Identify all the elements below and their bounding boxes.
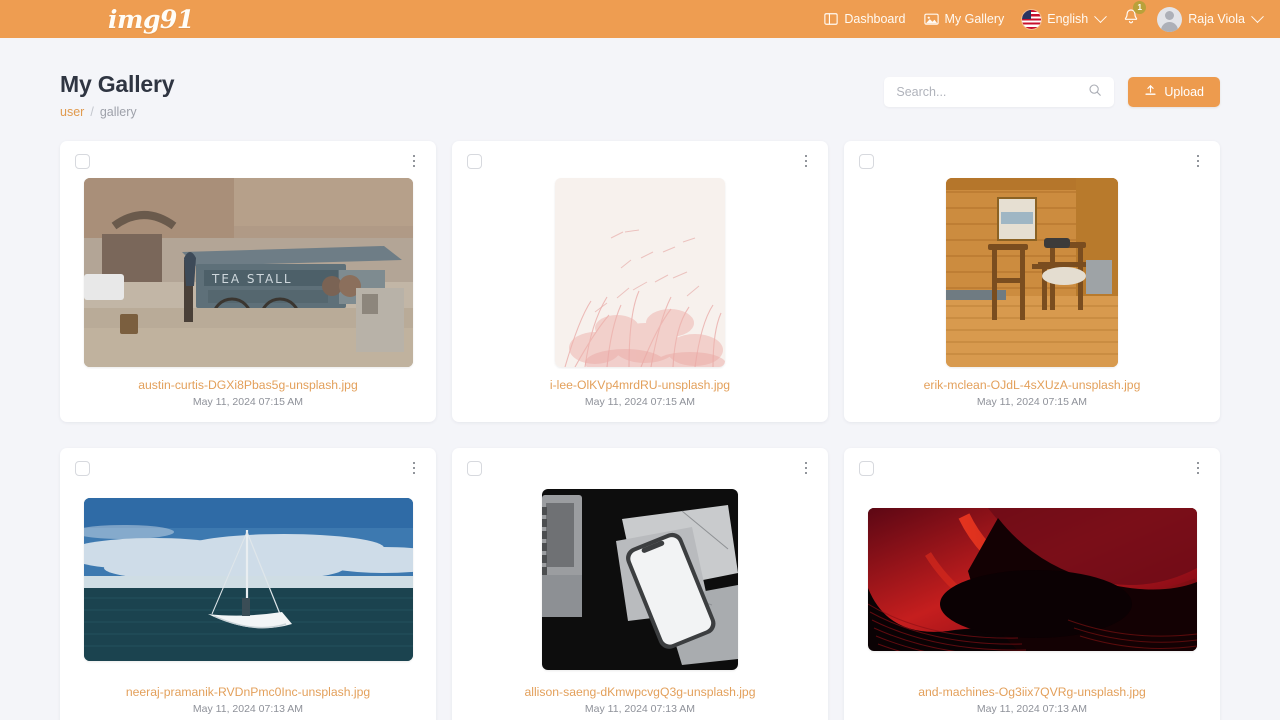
page-actions: Upload — [884, 77, 1220, 107]
file-date: May 11, 2024 07:15 AM — [976, 396, 1088, 408]
file-name[interactable]: neeraj-pramanik-RVDnPmc0Inc-unsplash.jpg — [72, 685, 424, 699]
search-icon[interactable] — [1088, 83, 1102, 102]
dashboard-icon — [824, 12, 839, 26]
gallery-card[interactable]: allison-saeng-dKmwpcvgQ3g-unsplash.jpg M… — [452, 448, 828, 720]
file-date: May 11, 2024 07:15 AM — [584, 396, 696, 408]
card-meta: i-lee-OlKVp4mrdRU-unsplash.jpg May 11, 2… — [464, 369, 816, 408]
svg-text:TEA STALL: TEA STALL — [211, 272, 293, 286]
card-meta: austin-curtis-DGXi8Pbas5g-unsplash.jpg M… — [72, 369, 424, 408]
language-label: English — [1047, 12, 1089, 26]
upload-button-label: Upload — [1164, 85, 1204, 99]
us-flag-icon — [1022, 9, 1042, 29]
nav-item-my-gallery[interactable]: My Gallery — [923, 12, 1005, 26]
thumbnail-area — [856, 478, 1208, 676]
upload-button[interactable]: Upload — [1128, 77, 1220, 107]
breadcrumb-gallery: gallery — [99, 105, 137, 119]
file-date: May 11, 2024 07:13 AM — [192, 703, 304, 715]
page-title: My Gallery — [60, 71, 175, 97]
gallery-card[interactable]: neeraj-pramanik-RVDnPmc0Inc-unsplash.jpg… — [60, 448, 436, 720]
card-menu-button[interactable] — [1191, 460, 1205, 476]
gallery-grid: TEA STALL austin-curtis-DGXi8Pbas5g-unsp… — [60, 141, 1220, 720]
header-nav: Dashboard My Gallery English 1 Raja Viol… — [824, 1, 1264, 32]
card-meta: erik-mclean-OJdL-4sXUzA-unsplash.jpg May… — [856, 369, 1208, 408]
select-checkbox[interactable] — [75, 460, 90, 476]
card-menu-button[interactable] — [1191, 153, 1205, 169]
breadcrumb-separator: / — [90, 105, 94, 119]
card-toolbar — [856, 151, 1208, 171]
file-name[interactable]: and-machines-Og3iix7QVRg-unsplash.jpg — [856, 685, 1208, 699]
card-toolbar — [72, 151, 424, 171]
gallery-card[interactable]: i-lee-OlKVp4mrdRU-unsplash.jpg May 11, 2… — [452, 141, 828, 422]
card-menu-button[interactable] — [407, 153, 421, 169]
thumbnail-area — [464, 478, 816, 676]
card-meta: and-machines-Og3iix7QVRg-unsplash.jpg Ma… — [856, 676, 1208, 715]
notifications-button[interactable]: 1 — [1123, 1, 1147, 30]
app-logo[interactable]: img91 — [108, 5, 194, 34]
gallery-icon — [923, 12, 939, 26]
card-menu-button[interactable] — [799, 153, 813, 169]
card-meta: neeraj-pramanik-RVDnPmc0Inc-unsplash.jpg… — [72, 676, 424, 715]
nav-label-dashboard: Dashboard — [844, 12, 906, 26]
thumbnail-area — [464, 171, 816, 369]
file-date: May 11, 2024 07:15 AM — [192, 396, 304, 408]
gallery-card[interactable]: TEA STALL austin-curtis-DGXi8Pbas5g-unsp… — [60, 141, 436, 422]
select-checkbox[interactable] — [467, 153, 482, 169]
avatar — [1157, 6, 1183, 32]
thumbnail-area — [856, 171, 1208, 369]
upload-icon — [1144, 84, 1157, 100]
image-thumbnail[interactable] — [83, 498, 413, 661]
card-menu-button[interactable] — [799, 460, 813, 476]
nav-item-dashboard[interactable]: Dashboard — [824, 12, 906, 26]
language-selector[interactable]: English — [1022, 9, 1108, 29]
image-thumbnail[interactable] — [867, 508, 1197, 651]
file-name[interactable]: erik-mclean-OJdL-4sXUzA-unsplash.jpg — [856, 378, 1208, 392]
image-thumbnail[interactable] — [946, 178, 1118, 367]
card-toolbar — [72, 458, 424, 478]
card-toolbar — [856, 458, 1208, 478]
gallery-card[interactable]: erik-mclean-OJdL-4sXUzA-unsplash.jpg May… — [844, 141, 1220, 422]
file-date: May 11, 2024 07:13 AM — [976, 703, 1088, 715]
thumbnail-area: TEA STALL — [72, 171, 424, 369]
notification-badge: 1 — [1133, 1, 1147, 14]
top-navigation-bar: img91 Dashboard My Gallery English 1 Raj… — [0, 0, 1280, 38]
select-checkbox[interactable] — [467, 460, 482, 476]
card-menu-button[interactable] — [407, 460, 421, 476]
user-name: Raja Viola — [1188, 12, 1245, 26]
search-box[interactable] — [884, 77, 1115, 107]
page-header: My Gallery user / gallery Search... Uplo… — [60, 38, 1220, 119]
file-name[interactable]: allison-saeng-dKmwpcvgQ3g-unsplash.jpg — [464, 685, 816, 699]
select-checkbox[interactable] — [859, 460, 874, 476]
chevron-down-icon — [1094, 9, 1108, 23]
card-meta: allison-saeng-dKmwpcvgQ3g-unsplash.jpg M… — [464, 676, 816, 715]
card-toolbar — [464, 151, 816, 171]
select-checkbox[interactable] — [75, 153, 90, 169]
page-title-block: My Gallery user / gallery — [60, 71, 175, 119]
image-thumbnail[interactable] — [542, 489, 738, 670]
breadcrumb: user / gallery — [60, 105, 174, 119]
search-input[interactable] — [896, 85, 1089, 99]
chevron-down-icon — [1251, 9, 1264, 23]
nav-label-my-gallery: My Gallery — [944, 12, 1005, 26]
card-toolbar — [464, 458, 816, 478]
user-menu[interactable]: Raja Viola — [1157, 6, 1264, 32]
file-name[interactable]: i-lee-OlKVp4mrdRU-unsplash.jpg — [464, 378, 816, 392]
image-thumbnail[interactable]: TEA STALL — [83, 178, 413, 367]
breadcrumb-user[interactable]: user — [60, 105, 84, 119]
file-date: May 11, 2024 07:13 AM — [584, 703, 696, 715]
gallery-card[interactable]: and-machines-Og3iix7QVRg-unsplash.jpg Ma… — [844, 448, 1220, 720]
file-name[interactable]: austin-curtis-DGXi8Pbas5g-unsplash.jpg — [72, 378, 424, 392]
image-thumbnail[interactable] — [555, 178, 725, 367]
thumbnail-area — [72, 478, 424, 676]
page-body: My Gallery user / gallery Search... Uplo… — [0, 38, 1280, 720]
select-checkbox[interactable] — [859, 153, 874, 169]
